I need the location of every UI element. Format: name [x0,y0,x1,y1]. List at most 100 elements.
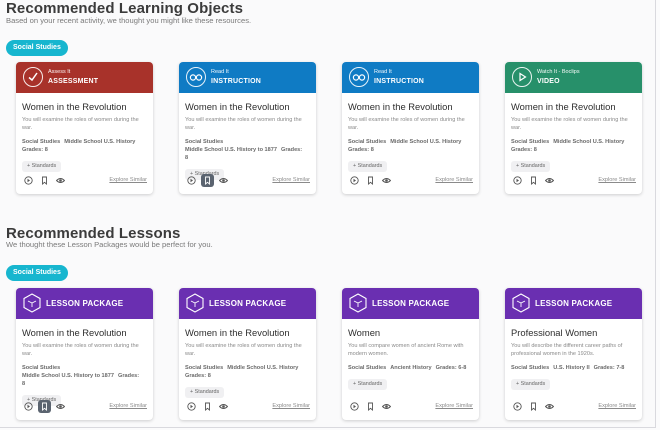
card-meta: Social Studies Middle School U.S. Histor… [185,138,310,162]
explore-similar-link[interactable]: Explore Similar [272,177,310,183]
card-type: LESSON PACKAGE [535,299,613,308]
view-button[interactable] [543,400,556,413]
card-title[interactable]: Women in the Revolution [185,101,310,112]
standards-button[interactable]: + Standards [185,387,225,398]
card-course: Ancient History [390,365,432,371]
explore-similar-link[interactable]: Explore Similar [435,177,473,183]
card-title[interactable]: Women in the Revolution [511,101,636,112]
view-button[interactable] [380,174,393,187]
card-course: Middle School U.S. History [390,139,462,145]
card-subject: Social Studies [22,365,61,371]
card-course: U.S. History II [553,365,590,371]
card-description: You will compare women of ancient Rome w… [348,343,464,357]
lesson-card[interactable]: LESSON PACKAGE Women in the Revolution Y… [179,288,316,420]
card-meta: Social Studies U.S. History II Grades: 7-8 [511,364,636,372]
card-title[interactable]: Women in the Revolution [22,101,147,112]
learning-objects-subtitle: Based on your recent activity, we though… [6,16,252,25]
preview-button[interactable] [348,400,361,413]
view-button[interactable] [543,174,556,187]
preview-button[interactable] [348,174,361,187]
standards-button[interactable]: + Standards [348,379,388,390]
view-button[interactable] [217,174,230,187]
learning-object-card[interactable]: Read It INSTRUCTION Women in the Revolut… [342,62,479,194]
preview-button[interactable] [511,174,524,187]
card-grades: Grades: 8 [348,147,374,153]
explore-similar-link[interactable]: Explore Similar [109,403,147,409]
card-header: Assess It ASSESSMENT [16,62,153,93]
glasses-icon [186,67,206,87]
card-course: Middle School U.S. History to 1877 [22,373,115,379]
card-grades: Grades: 8 [185,373,211,379]
card-header: Read It INSTRUCTION [179,62,316,93]
learning-object-card[interactable]: Watch It - Boclips VIDEO Women in the Re… [505,62,642,194]
subject-filter-pill[interactable]: Social Studies [6,265,68,281]
preview-button[interactable] [22,174,35,187]
card-header: LESSON PACKAGE [179,288,316,319]
lesson-package-icon [512,293,530,313]
card-header: LESSON PACKAGE [16,288,153,319]
card-meta: Social Studies Middle School U.S. History… [348,138,473,154]
explore-similar-link[interactable]: Explore Similar [109,177,147,183]
card-title[interactable]: Women in the Revolution [348,101,473,112]
card-course: Middle School U.S. History to 1877 [185,147,278,153]
card-description: You will examine the roles of women duri… [185,343,302,357]
explore-similar-link[interactable]: Explore Similar [598,403,636,409]
explore-similar-link[interactable]: Explore Similar [272,403,310,409]
card-kind: Read It [211,69,229,75]
bookmark-button[interactable] [527,400,540,413]
standards-button[interactable]: + Standards [511,161,551,172]
standards-button[interactable]: + Standards [348,161,388,172]
learning-objects-title: Recommended Learning Objects [6,0,244,17]
card-kind: Read It [374,69,392,75]
card-meta: Social Studies Middle School U.S. Histor… [22,364,147,388]
preview-button[interactable] [22,400,35,413]
lesson-package-icon [349,293,367,313]
bookmark-button[interactable] [527,174,540,187]
card-description: You will examine the roles of women duri… [511,117,628,131]
bookmark-button[interactable] [201,174,214,187]
card-title[interactable]: Women in the Revolution [185,327,310,338]
bookmark-button[interactable] [38,174,51,187]
lesson-card[interactable]: LESSON PACKAGE Professional Women You wi… [505,288,642,420]
view-button[interactable] [217,400,230,413]
card-type: LESSON PACKAGE [372,299,450,308]
standards-button[interactable]: + Standards [22,161,62,172]
card-header: LESSON PACKAGE [342,288,479,319]
card-description: You will examine the roles of women duri… [185,117,302,131]
card-header: Watch It - Boclips VIDEO [505,62,642,93]
learning-object-card[interactable]: Assess It ASSESSMENT Women in the Revolu… [16,62,153,194]
subject-filter-pill[interactable]: Social Studies [6,40,68,56]
bookmark-button[interactable] [364,174,377,187]
explore-similar-link[interactable]: Explore Similar [598,177,636,183]
card-type: VIDEO [537,78,560,85]
view-button[interactable] [54,174,67,187]
card-header: Read It INSTRUCTION [342,62,479,93]
preview-button[interactable] [185,400,198,413]
preview-button[interactable] [511,400,524,413]
card-title[interactable]: Women in the Revolution [22,327,147,338]
lesson-card[interactable]: LESSON PACKAGE Women You will compare wo… [342,288,479,420]
explore-similar-link[interactable]: Explore Similar [435,403,473,409]
lessons-subtitle: We thought these Lesson Packages would b… [6,240,213,249]
card-meta: Social Studies Middle School U.S. History… [185,364,310,380]
view-button[interactable] [380,400,393,413]
card-header: LESSON PACKAGE [505,288,642,319]
card-title[interactable]: Professional Women [511,327,636,338]
standards-button[interactable]: + Standards [511,379,551,390]
lesson-package-icon [23,293,41,313]
card-description: You will examine the roles of women duri… [22,343,139,357]
view-button[interactable] [54,400,67,413]
card-subject: Social Studies [185,365,224,371]
card-type: INSTRUCTION [374,78,425,85]
learning-object-card[interactable]: Read It INSTRUCTION Women in the Revolut… [179,62,316,194]
lesson-card[interactable]: LESSON PACKAGE Women in the Revolution Y… [16,288,153,420]
bookmark-button[interactable] [201,400,214,413]
bookmark-button[interactable] [38,400,51,413]
bookmark-button[interactable] [364,400,377,413]
card-title[interactable]: Women [348,327,473,338]
card-subject: Social Studies [511,365,550,371]
card-grades: Grades: 8 [511,147,537,153]
card-meta: Social Studies Middle School U.S. History… [22,138,147,154]
preview-button[interactable] [185,174,198,187]
card-subject: Social Studies [185,139,224,145]
